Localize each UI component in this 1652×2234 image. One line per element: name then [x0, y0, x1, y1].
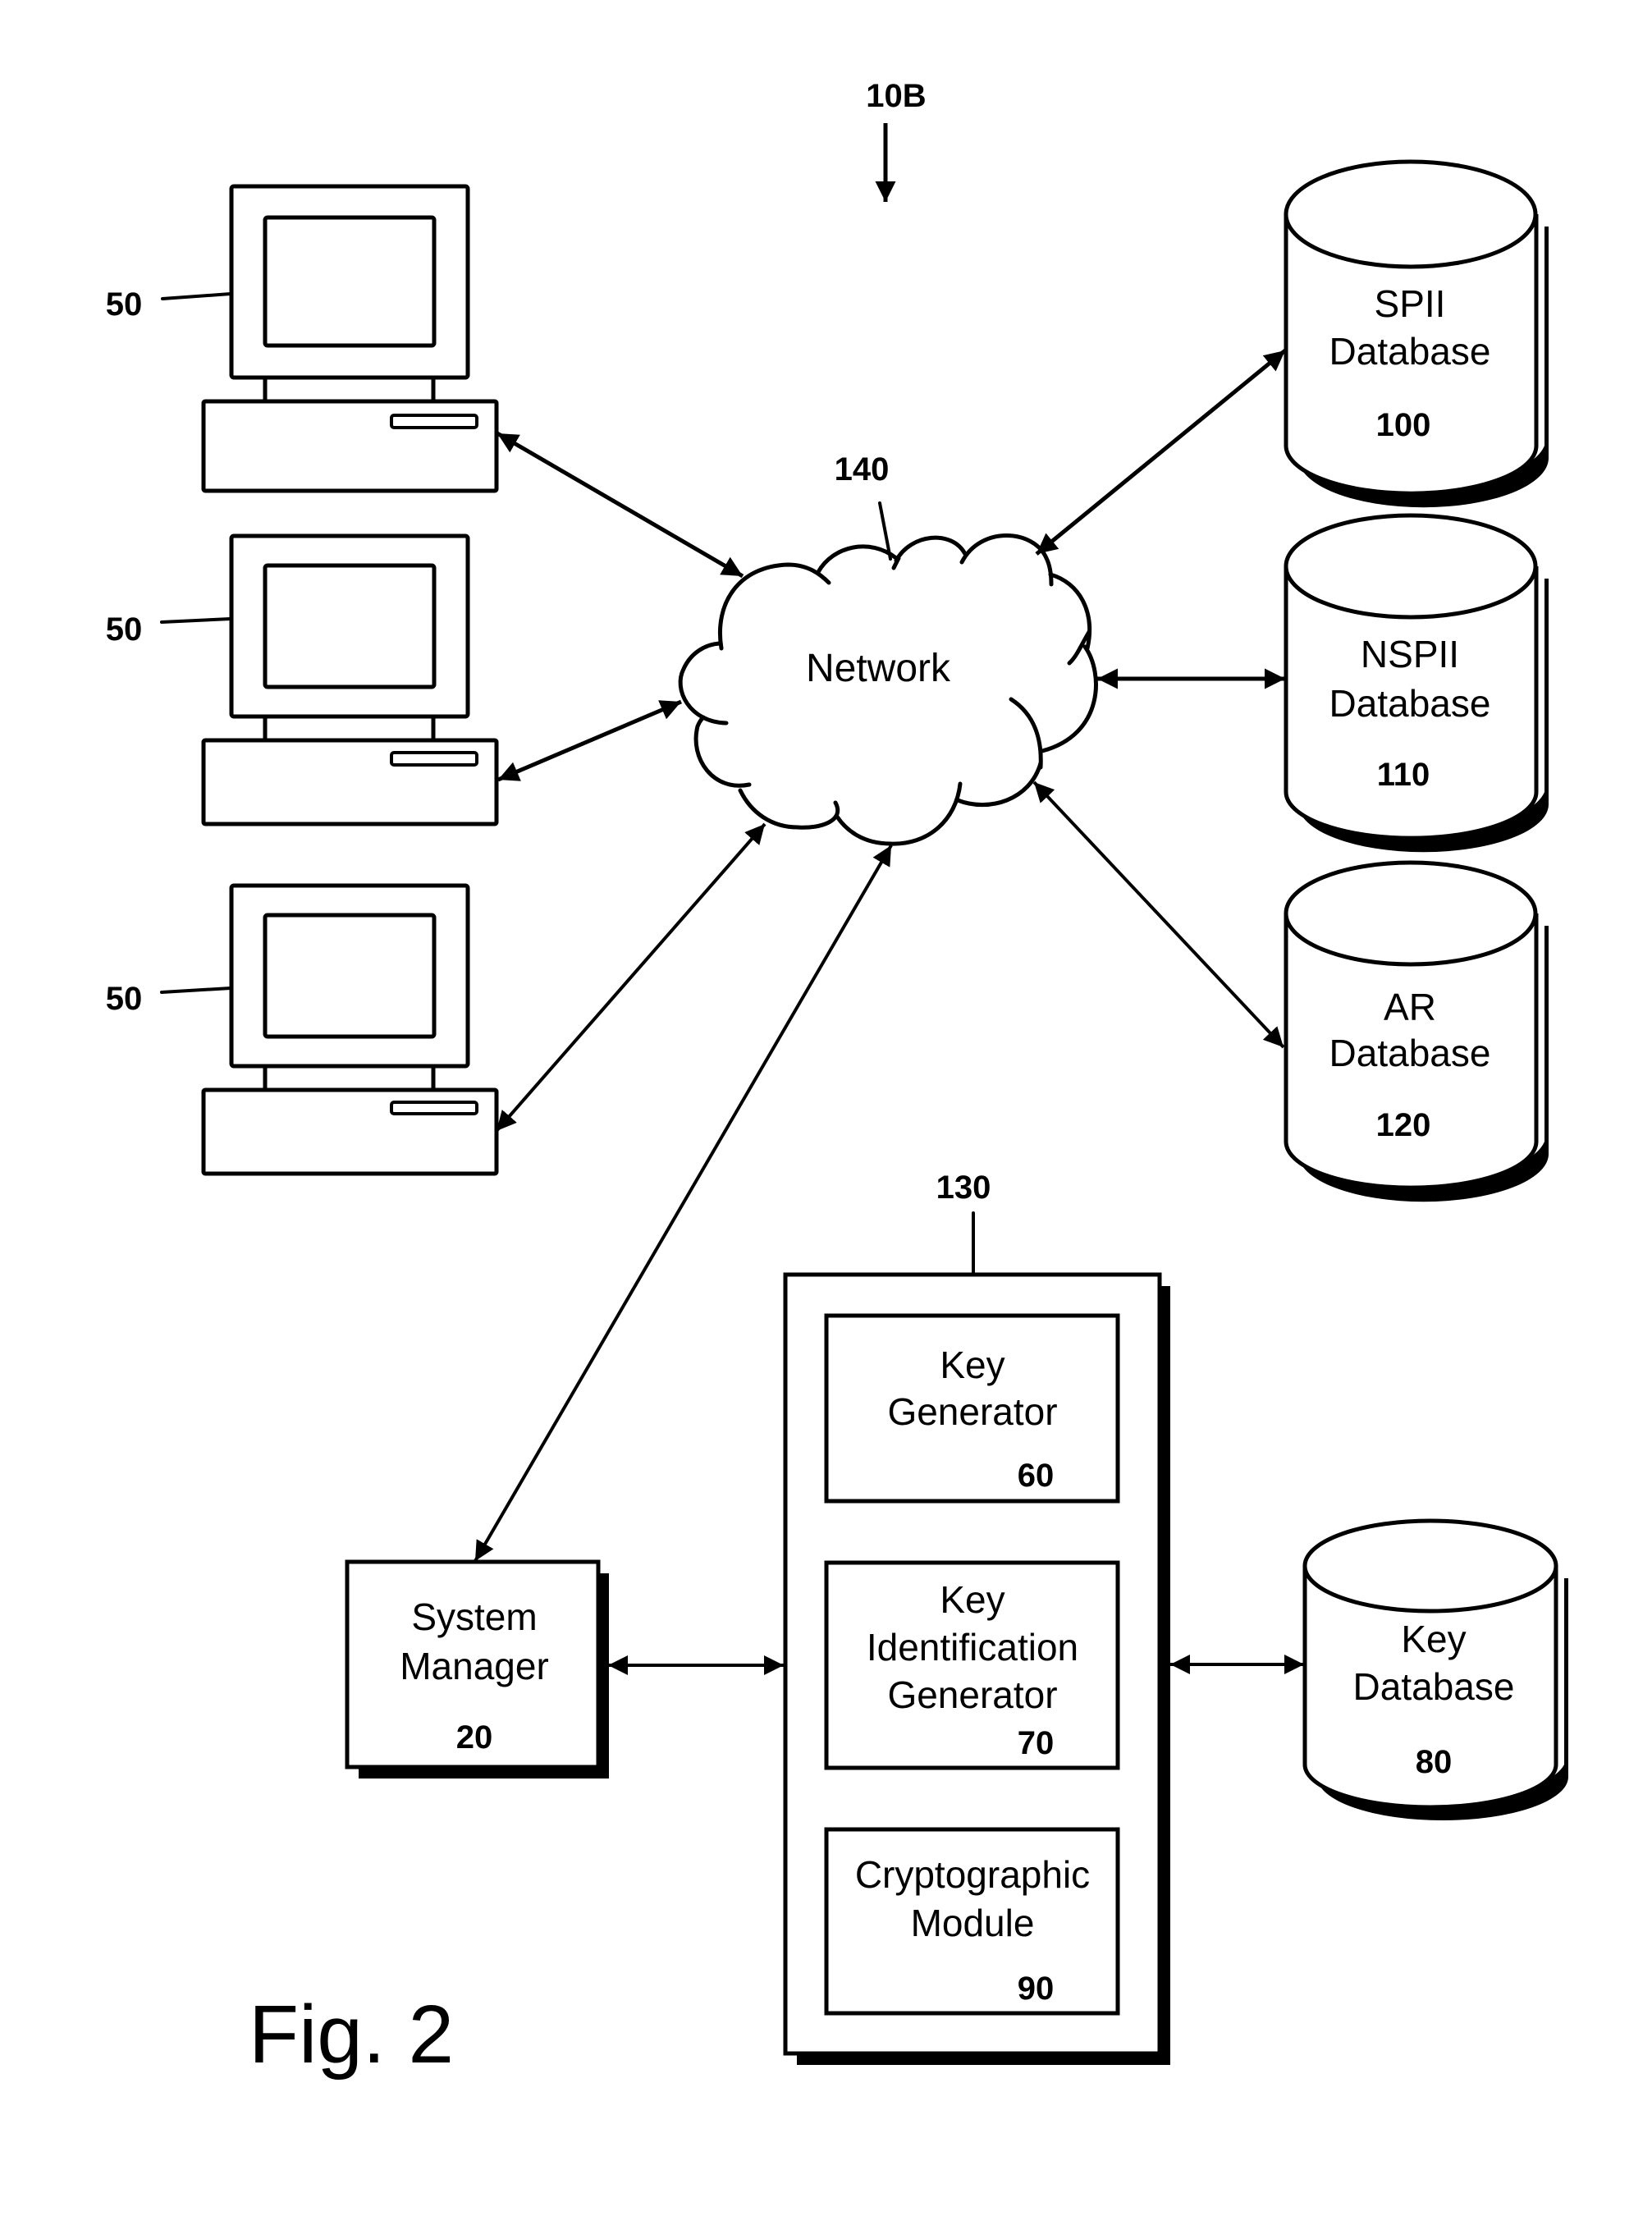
connector-network-ar: [1032, 781, 1285, 1049]
system-manager-ref: 20: [456, 1719, 493, 1756]
connector-computer-2-network: [497, 699, 682, 782]
nspii-database-line2: Database: [1329, 682, 1491, 725]
crypto-module-line2: Module: [911, 1902, 1035, 1944]
spii-database[interactable]: SPII Database 100: [1284, 159, 1549, 508]
connector-computer-3-network: [495, 822, 767, 1133]
key-identification-generator[interactable]: Key Identification Generator 70: [824, 1560, 1120, 1770]
key-generator-line1: Key: [940, 1344, 1004, 1386]
computer-3-leader: [160, 987, 232, 994]
key-id-generator-ref: 70: [1018, 1725, 1055, 1761]
computer-3[interactable]: 50: [106, 883, 499, 1176]
cryptographic-module[interactable]: Cryptographic Module 90: [824, 1827, 1120, 2016]
key-generator-ref: 60: [1018, 1458, 1055, 1494]
nspii-database[interactable]: NSPII Database 110: [1284, 513, 1549, 853]
key-database-line1: Key: [1401, 1618, 1466, 1660]
nspii-database-line1: NSPII: [1361, 633, 1459, 675]
computer-2-leader: [160, 617, 232, 624]
ar-database-line1: AR: [1384, 986, 1436, 1028]
key-id-generator-line1: Key: [940, 1578, 1004, 1621]
key-id-generator-line3: Generator: [887, 1673, 1057, 1716]
network-ref: 140: [835, 451, 890, 488]
patent-figure: 10B 50 50 50 Network 140 SPII Database 1…: [106, 78, 1568, 2081]
spii-database-ref: 100: [1376, 407, 1431, 443]
connector-computer-1-network: [496, 431, 744, 579]
connector-network-spii: [1035, 349, 1287, 556]
key-id-generator-line2: Identification: [867, 1626, 1078, 1669]
ar-database[interactable]: AR Database 120: [1284, 860, 1549, 1202]
computer-1-ref: 50: [106, 286, 143, 323]
spii-database-line1: SPII: [1375, 282, 1446, 325]
module-container[interactable]: 130 Key Generator 60 Key Identification …: [783, 1170, 1170, 2065]
crypto-module-ref: 90: [1018, 1971, 1055, 2007]
crypto-module-line1: Cryptographic: [855, 1853, 1090, 1896]
figure-reference-label: 10B: [866, 78, 926, 114]
computer-2[interactable]: 50: [106, 533, 499, 826]
computer-icon: [201, 533, 499, 826]
key-generator-line2: Generator: [887, 1390, 1057, 1433]
nspii-database-ref: 110: [1377, 757, 1430, 793]
ar-database-ref: 120: [1376, 1107, 1431, 1143]
module-container-ref: 130: [936, 1170, 991, 1206]
ar-database-line2: Database: [1329, 1032, 1491, 1074]
system-manager-line2: Manager: [400, 1645, 549, 1687]
system-manager-line1: System: [411, 1595, 537, 1638]
spii-database-line2: Database: [1329, 330, 1491, 373]
figure-caption: Fig. 2: [249, 1989, 454, 2081]
computer-2-ref: 50: [106, 611, 143, 648]
computer-1-leader: [161, 292, 232, 300]
network-label: Network: [806, 647, 951, 690]
key-database-ref: 80: [1416, 1744, 1453, 1780]
system-manager[interactable]: System Manager 20: [345, 1559, 609, 1779]
computer-3-ref: 50: [106, 981, 143, 1017]
computer-icon: [201, 883, 499, 1176]
key-database-line2: Database: [1353, 1665, 1515, 1708]
figure-reference: 10B: [866, 78, 927, 202]
computer-1[interactable]: 50: [106, 184, 499, 493]
computer-icon: [201, 184, 499, 493]
key-database[interactable]: Key Database 80: [1302, 1518, 1568, 1820]
key-generator[interactable]: Key Generator 60: [824, 1313, 1120, 1504]
